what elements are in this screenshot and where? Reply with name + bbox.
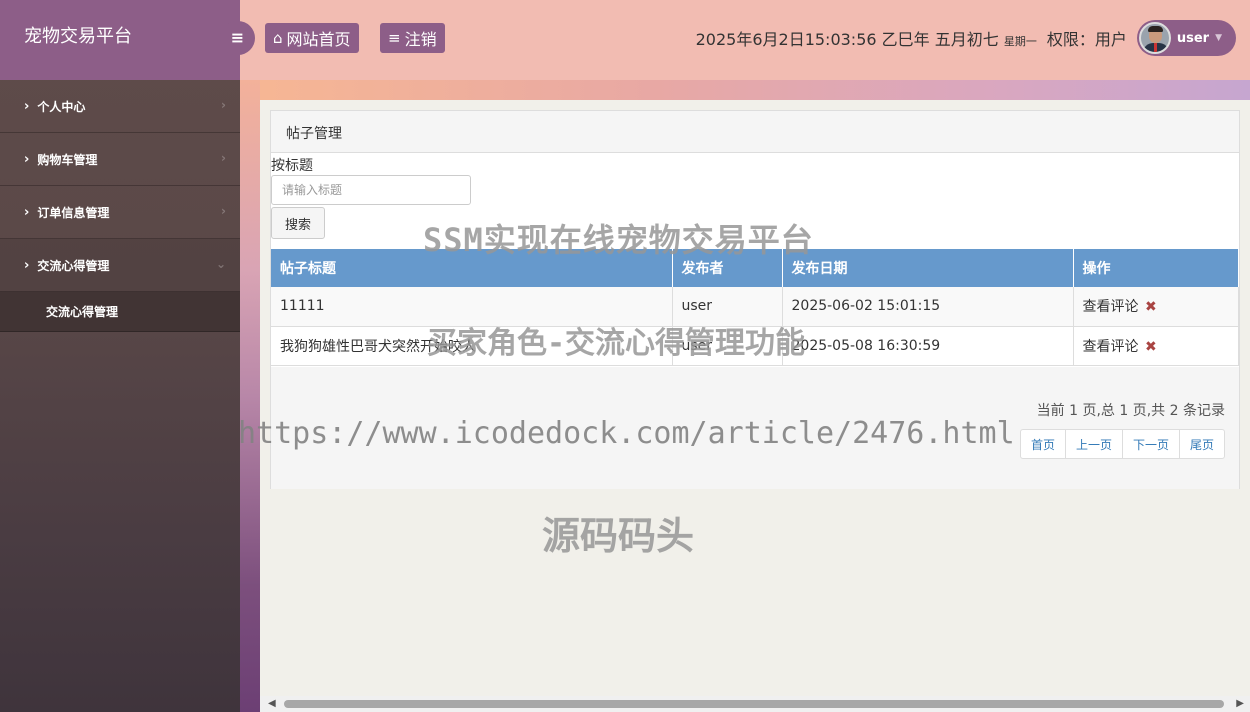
logout-button[interactable]: ≡ 注销 — [380, 23, 445, 53]
list-icon: ≡ — [388, 29, 401, 47]
decorative-strip — [240, 80, 260, 712]
sidebar-item-personal-center[interactable]: › 个人中心 › — [0, 80, 240, 133]
delete-icon[interactable]: ✖ — [1145, 339, 1157, 355]
user-menu[interactable]: user ▼ — [1136, 20, 1236, 56]
sidebar-item-cart[interactable]: › 购物车管理 › — [0, 133, 240, 186]
sidebar-item-label: 订单信息管理 — [37, 205, 110, 220]
prev-page-button[interactable]: 上一页 — [1064, 429, 1123, 459]
home-button-label: 网站首页 — [286, 30, 351, 49]
column-header-actions: 操作 — [1073, 249, 1239, 287]
search-label: 按标题 — [271, 158, 313, 174]
panel-title: 帖子管理 — [271, 111, 1239, 153]
sidebar-item-label: 个人中心 — [37, 99, 86, 114]
horizontal-scrollbar[interactable]: ◀ ▶ — [260, 696, 1250, 712]
chevron-right-icon: › — [221, 98, 226, 112]
submenu-item-experience-manage[interactable]: 交流心得管理 — [0, 292, 240, 332]
watermark-brand: 源码码头 — [542, 514, 695, 558]
caret-down-icon: ▼ — [1215, 33, 1222, 43]
role-label: 权限：用户 — [1046, 30, 1127, 49]
chevron-right-icon: › — [221, 151, 226, 165]
main-content: 帖子管理 按标题 搜索 帖子标题 发布者 发布日期 操作 11111 user … — [260, 100, 1250, 696]
watermark-subtitle: 买家角色-交流心得管理功能 — [427, 326, 806, 361]
sidebar: 宠物交易平台 › 个人中心 › › 购物车管理 › › 订单信息管理 › › 交… — [0, 0, 240, 712]
sidebar-item-label: 购物车管理 — [37, 152, 98, 167]
view-comments-link[interactable]: 查看评论 — [1083, 339, 1139, 355]
cell-date: 2025-05-08 16:30:59 — [782, 326, 1074, 366]
first-page-button[interactable]: 首页 — [1019, 429, 1066, 459]
scrollbar-thumb[interactable] — [284, 700, 1224, 708]
logout-button-label: 注销 — [404, 30, 437, 49]
cell-actions: 查看评论 ✖ — [1073, 326, 1239, 366]
home-icon: ⌂ — [273, 29, 283, 47]
scroll-left-icon[interactable]: ◀ — [268, 698, 276, 709]
topbar-right: 2025年6月2日15:03:56 乙巳年 五月初七 星期一 权限：用户 use… — [696, 20, 1236, 56]
sidebar-item-label: 交流心得管理 — [37, 258, 110, 273]
sidebar-item-experience[interactable]: › 交流心得管理 ⌄ — [0, 239, 240, 292]
last-page-button[interactable]: 尾页 — [1178, 429, 1225, 459]
home-button[interactable]: ⌂ 网站首页 — [265, 23, 359, 53]
datetime: 2025年6月2日15:03:56 乙巳年 五月初七 星期一 — [696, 26, 1037, 50]
view-comments-link[interactable]: 查看评论 — [1083, 299, 1139, 315]
weekday: 星期一 — [1003, 35, 1037, 48]
avatar — [1138, 22, 1171, 54]
datetime-text: 2025年6月2日15:03:56 乙巳年 五月初七 — [695, 30, 999, 49]
app-title: 宠物交易平台 — [0, 0, 240, 80]
watermark-url: https://www.icodedock.com/article/2476.h… — [238, 416, 1015, 451]
menu-toggle-icon[interactable]: ≡ — [220, 21, 255, 55]
search-button[interactable]: 搜索 — [271, 207, 325, 239]
chevron-down-icon: ⌄ — [215, 257, 226, 271]
chevron-right-icon: › — [24, 204, 30, 220]
chevron-right-icon: › — [221, 204, 226, 218]
topbar: ≡ ⌂ 网站首页 ≡ 注销 2025年6月2日15:03:56 乙巳年 五月初七… — [220, 0, 1250, 80]
username: user — [1176, 30, 1210, 46]
page-info: 当前 1 页,总 1 页,共 2 条记录 — [1036, 403, 1225, 419]
scroll-right-icon[interactable]: ▶ — [1236, 698, 1244, 709]
column-header-date: 发布日期 — [782, 249, 1074, 287]
next-page-button[interactable]: 下一页 — [1121, 429, 1180, 459]
search-input[interactable] — [271, 175, 471, 205]
chevron-right-icon: › — [24, 98, 30, 114]
sidebar-item-orders[interactable]: › 订单信息管理 › — [0, 186, 240, 239]
watermark-title: SSM实现在线宠物交易平台 — [423, 221, 814, 259]
pager: 首页 上一页 下一页 尾页 — [1019, 429, 1225, 459]
chevron-right-icon: › — [24, 257, 30, 273]
cell-date: 2025-06-02 15:01:15 — [782, 287, 1074, 327]
decorative-band — [260, 80, 1250, 100]
delete-icon[interactable]: ✖ — [1145, 299, 1157, 315]
chevron-right-icon: › — [24, 151, 30, 167]
cell-actions: 查看评论 ✖ — [1073, 287, 1239, 327]
